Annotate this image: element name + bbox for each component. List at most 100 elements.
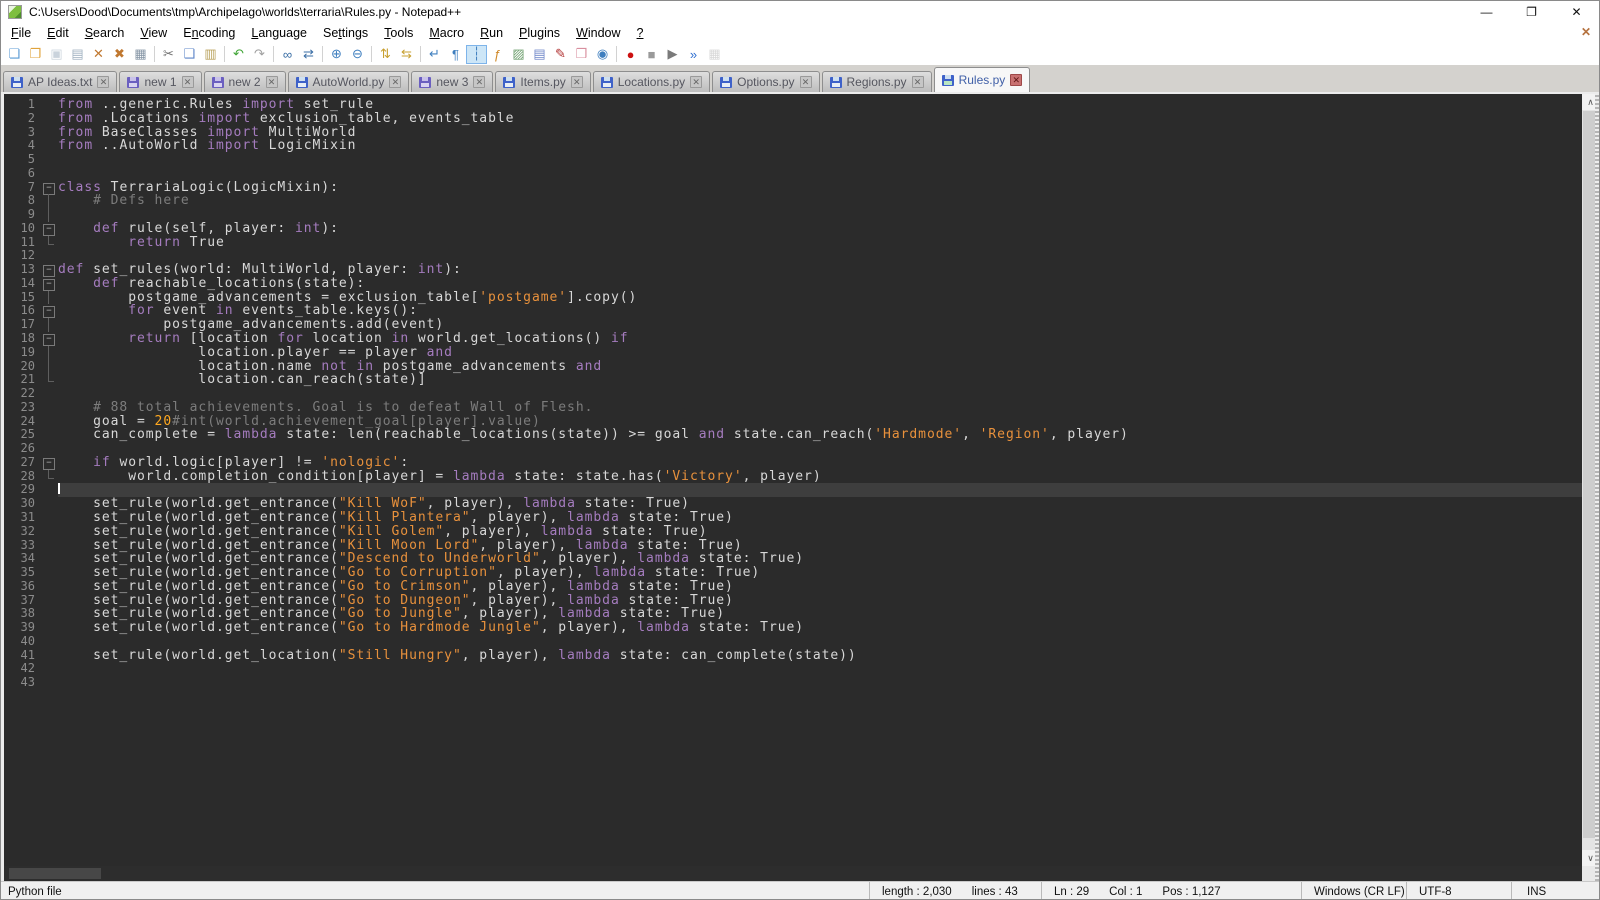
cut-icon[interactable]: ✂ <box>158 45 179 64</box>
code-text[interactable]: def set_rules(world: MultiWorld, player:… <box>58 263 1582 277</box>
tab-close-icon[interactable]: ✕ <box>266 76 278 88</box>
tab-close-icon[interactable]: ✕ <box>1010 74 1022 86</box>
code-text[interactable]: return [location for location in world.g… <box>58 332 1582 346</box>
macro-stop-icon[interactable]: ■ <box>641 45 662 64</box>
macro-run-multiple-icon[interactable]: » <box>683 45 704 64</box>
code-text[interactable]: set_rule(world.get_entrance("Kill Plante… <box>58 511 1582 525</box>
restore-button[interactable]: ❐ <box>1509 1 1554 23</box>
code-text[interactable]: # 88 total achievements. Goal is to defe… <box>58 401 1582 415</box>
save-file-icon[interactable]: ▣ <box>46 45 67 64</box>
code-text[interactable] <box>58 249 1582 263</box>
fold-toggle-icon[interactable] <box>40 277 58 291</box>
code-text[interactable] <box>58 662 1582 676</box>
minimize-button[interactable]: — <box>1464 1 1509 23</box>
fold-toggle-icon[interactable] <box>40 263 58 277</box>
tab-ap-ideas-txt[interactable]: AP Ideas.txt✕ <box>3 71 117 92</box>
code-text[interactable]: if world.logic[player] != 'nologic': <box>58 456 1582 470</box>
status-encoding[interactable]: UTF-8 <box>1406 882 1511 900</box>
tab-options-py[interactable]: Options.py✕ <box>712 71 819 92</box>
tab-regions-py[interactable]: Regions.py✕ <box>822 71 932 92</box>
tab-new-3[interactable]: new 3✕ <box>411 71 493 92</box>
menu-macro[interactable]: Macro <box>421 24 472 42</box>
code-area[interactable]: 1from ..generic.Rules import set_rule2fr… <box>4 94 1582 866</box>
code-text[interactable]: set_rule(world.get_entrance("Go to Dunge… <box>58 594 1582 608</box>
tab-close-icon[interactable]: ✕ <box>182 76 194 88</box>
menu-help[interactable]: ? <box>629 24 652 42</box>
code-text[interactable]: from .Locations import exclusion_table, … <box>58 112 1582 126</box>
status-eol[interactable]: Windows (CR LF) <box>1301 882 1406 900</box>
code-text[interactable]: def reachable_locations(state): <box>58 277 1582 291</box>
code-text[interactable] <box>58 153 1582 167</box>
code-text[interactable]: location.player == player and <box>58 346 1582 360</box>
menu-edit[interactable]: Edit <box>39 24 77 42</box>
fold-toggle-icon[interactable] <box>40 304 58 318</box>
code-text[interactable]: from BaseClasses import MultiWorld <box>58 126 1582 140</box>
code-text[interactable] <box>58 676 1582 690</box>
code-text[interactable]: # Defs here <box>58 194 1582 208</box>
tab-close-icon[interactable]: ✕ <box>97 76 109 88</box>
code-text[interactable]: set_rule(world.get_entrance("Descend to … <box>58 552 1582 566</box>
sync-horizontal-scroll-icon[interactable]: ⇆ <box>396 45 417 64</box>
code-text[interactable] <box>58 483 1582 497</box>
new-file-icon[interactable]: ❏ <box>4 45 25 64</box>
word-wrap-icon[interactable]: ↵ <box>424 45 445 64</box>
menu-encoding[interactable]: Encoding <box>175 24 243 42</box>
horizontal-scrollbar[interactable] <box>4 866 1582 881</box>
code-text[interactable]: set_rule(world.get_entrance("Kill Moon L… <box>58 539 1582 553</box>
sync-vertical-scroll-icon[interactable]: ⇅ <box>375 45 396 64</box>
code-text[interactable] <box>58 387 1582 401</box>
menu-window[interactable]: Window <box>568 24 628 42</box>
menu-run[interactable]: Run <box>472 24 511 42</box>
monitoring-eye-icon[interactable]: ◉ <box>592 45 613 64</box>
code-text[interactable] <box>58 442 1582 456</box>
document-list-icon[interactable]: ▤ <box>529 45 550 64</box>
code-text[interactable]: def rule(self, player: int): <box>58 222 1582 236</box>
document-close-button[interactable]: ✕ <box>1581 25 1591 39</box>
code-text[interactable]: set_rule(world.get_entrance("Go to Hardm… <box>58 621 1582 635</box>
undo-icon[interactable]: ↶ <box>228 45 249 64</box>
close-button[interactable]: ✕ <box>1554 1 1599 23</box>
tab-close-icon[interactable]: ✕ <box>571 76 583 88</box>
code-text[interactable]: location.can_reach(state)] <box>58 373 1582 387</box>
code-text[interactable]: set_rule(world.get_entrance("Go to Corru… <box>58 566 1582 580</box>
code-text[interactable]: set_rule(world.get_location("Still Hungr… <box>58 649 1582 663</box>
tab-new-2[interactable]: new 2✕ <box>204 71 286 92</box>
code-text[interactable]: set_rule(world.get_entrance("Go to Crims… <box>58 580 1582 594</box>
show-indent-guide-icon[interactable]: ┆ <box>466 45 487 64</box>
tab-autoworld-py[interactable]: AutoWorld.py✕ <box>288 71 410 92</box>
menu-plugins[interactable]: Plugins <box>511 24 568 42</box>
code-text[interactable]: goal = 20#int(world.achievement_goal[pla… <box>58 415 1582 429</box>
code-text[interactable]: from ..AutoWorld import LogicMixin <box>58 139 1582 153</box>
horizontal-scrollbar-thumb[interactable] <box>9 868 101 879</box>
code-text[interactable]: return True <box>58 236 1582 250</box>
menu-search[interactable]: Search <box>77 24 133 42</box>
code-text[interactable]: world.completion_condition[player] = lam… <box>58 470 1582 484</box>
code-text[interactable]: can_complete = lambda state: len(reachab… <box>58 428 1582 442</box>
function-list-icon[interactable]: ƒ <box>487 45 508 64</box>
fold-toggle-icon[interactable] <box>40 181 58 195</box>
macro-record-icon[interactable]: ● <box>620 45 641 64</box>
tab-close-icon[interactable]: ✕ <box>800 76 812 88</box>
tab-rules-py[interactable]: Rules.py✕ <box>934 67 1031 92</box>
tab-locations-py[interactable]: Locations.py✕ <box>593 71 710 92</box>
show-all-characters-icon[interactable]: ¶ <box>445 45 466 64</box>
zoom-out-icon[interactable]: ⊖ <box>347 45 368 64</box>
code-text[interactable] <box>58 167 1582 181</box>
copy-icon[interactable]: ❑ <box>179 45 200 64</box>
document-map-icon[interactable]: ▨ <box>508 45 529 64</box>
menu-settings[interactable]: Settings <box>315 24 376 42</box>
code-text[interactable]: postgame_advancements.add(event) <box>58 318 1582 332</box>
paste-icon[interactable]: ▥ <box>200 45 221 64</box>
find-icon[interactable]: ∞ <box>277 45 298 64</box>
edit-popup-icon[interactable]: ✎ <box>550 45 571 64</box>
tab-close-icon[interactable]: ✕ <box>912 76 924 88</box>
zoom-in-icon[interactable]: ⊕ <box>326 45 347 64</box>
code-text[interactable]: class TerrariaLogic(LogicMixin): <box>58 181 1582 195</box>
code-text[interactable] <box>58 635 1582 649</box>
tab-new-1[interactable]: new 1✕ <box>119 71 201 92</box>
code-text[interactable]: set_rule(world.get_entrance("Kill Golem"… <box>58 525 1582 539</box>
tab-close-icon[interactable]: ✕ <box>473 76 485 88</box>
code-text[interactable]: location.name not in postgame_advancemen… <box>58 360 1582 374</box>
fold-toggle-icon[interactable] <box>40 222 58 236</box>
menu-view[interactable]: View <box>132 24 175 42</box>
